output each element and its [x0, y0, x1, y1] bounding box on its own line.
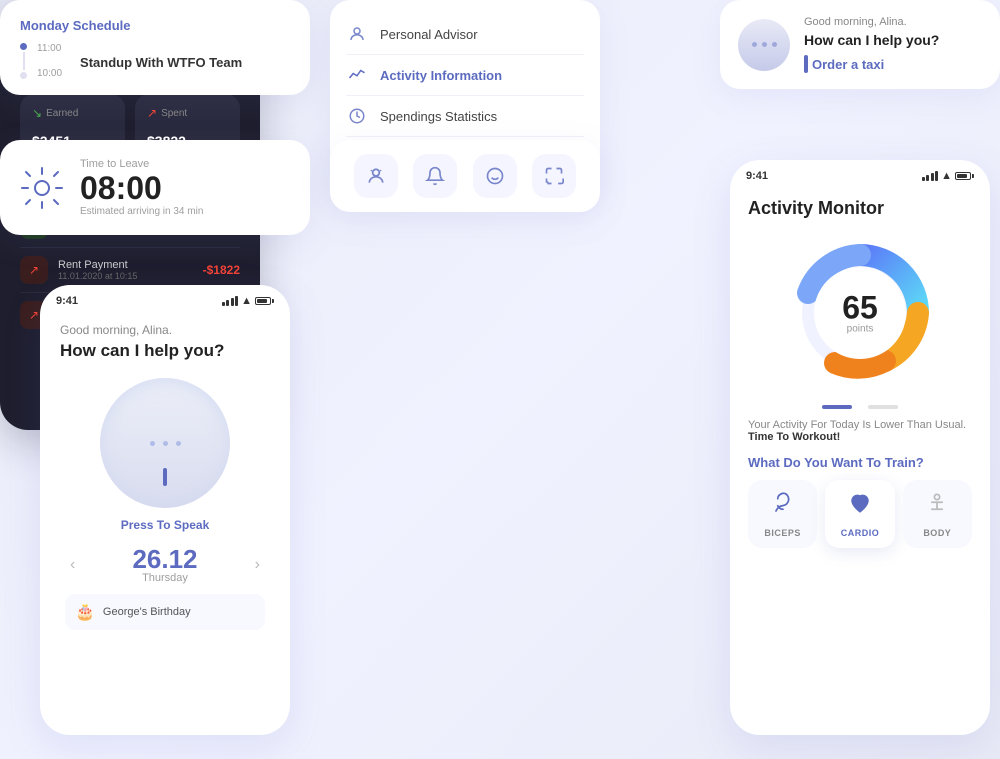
taxi-indicator	[804, 55, 808, 73]
activity-wifi-icon: ▲	[941, 170, 952, 182]
assistant-avatar-small	[738, 19, 790, 71]
date-next-arrow[interactable]: ›	[255, 556, 260, 574]
phone-content: Good morning, Alina. How can I help you?…	[40, 313, 290, 640]
phone-greeting: Good morning, Alina.	[60, 323, 270, 337]
body-icon	[909, 490, 966, 524]
status-bar: 9:41 ▲	[40, 285, 290, 313]
donut-label: points	[842, 324, 878, 335]
assistant-small-text: Good morning, Alina. How can I help you?…	[804, 16, 939, 73]
biceps-label: BICEPS	[754, 528, 811, 538]
phone-question: How can I help you?	[60, 340, 270, 362]
spendings-icon	[346, 105, 368, 127]
earned-arrow-icon: ↘	[32, 106, 42, 120]
monday-title: Monday Schedule	[20, 18, 290, 33]
donut-chart: 65 points	[780, 233, 940, 393]
cardio-icon	[831, 490, 888, 524]
history-icon-spent-2: ↗	[20, 256, 48, 284]
menu-label-spendings: Spendings Statistics	[380, 109, 497, 124]
avatar-dot	[772, 42, 777, 47]
activity-title: Activity Monitor	[748, 198, 972, 219]
history-name-2: Rent Payment	[58, 259, 193, 271]
activity-content: Activity Monitor	[730, 188, 990, 558]
activity-status-time: 9:41	[746, 170, 768, 182]
sun-icon	[20, 166, 64, 210]
train-options: BICEPS CARDIO BODY	[748, 480, 972, 548]
time-dot-bottom	[20, 72, 27, 79]
blob-center-indicator	[163, 468, 167, 486]
history-date-2: 11.01.2020 at 10:15	[58, 271, 193, 281]
activity-tab-inactive[interactable]	[868, 405, 898, 409]
time-leave-label: Time to Leave	[80, 158, 203, 170]
menu-item-activity[interactable]: Activity Information	[346, 55, 584, 96]
status-icons: ▲	[222, 295, 274, 307]
personal-advisor-icon	[346, 23, 368, 45]
order-taxi-button[interactable]: Order a taxi	[804, 55, 884, 73]
birthday-icon: 🎂	[75, 602, 95, 622]
icon-btn-scan[interactable]	[532, 154, 576, 198]
date-nav: ‹ 26.12 Thursday ›	[60, 546, 270, 584]
assistant-small-card: Good morning, Alina. How can I help you?…	[720, 0, 1000, 89]
spent-label: Spent	[161, 108, 187, 119]
menu-item-personal-advisor[interactable]: Personal Advisor	[346, 14, 584, 55]
menu-label-advisor: Personal Advisor	[380, 27, 478, 42]
time-line	[20, 43, 27, 79]
icon-btn-face[interactable]	[473, 154, 517, 198]
menu-item-spendings[interactable]: Spendings Statistics	[346, 96, 584, 137]
icon-btn-bell[interactable]	[413, 154, 457, 198]
monday-event-title: Standup With WTFO Team	[80, 55, 242, 70]
cardio-label: CARDIO	[831, 528, 888, 538]
birthday-bar: 🎂 George's Birthday	[65, 594, 265, 630]
activity-tabs	[748, 405, 972, 409]
signal-bars	[222, 296, 239, 306]
activity-status-bar: 9:41 ▲	[730, 160, 990, 188]
assistant-blob[interactable]	[100, 378, 230, 508]
avatar-dot	[752, 42, 757, 47]
train-option-biceps[interactable]: BICEPS	[748, 480, 817, 548]
status-time: 9:41	[56, 295, 78, 307]
main-phone: 9:41 ▲ Good morning, Alina. How can I he…	[40, 285, 290, 735]
activity-message: Your Activity For Today Is Lower Than Us…	[748, 419, 972, 443]
activity-tab-active[interactable]	[822, 405, 852, 409]
body-label: BODY	[909, 528, 966, 538]
battery-icon	[255, 297, 274, 305]
biceps-icon	[754, 490, 811, 524]
time-leave-card: Time to Leave 08:00 Estimated arriving i…	[0, 140, 310, 235]
birthday-text: George's Birthday	[103, 606, 191, 618]
assistant-question-small: How can I help you?	[804, 31, 939, 49]
earned-label: Earned	[46, 108, 78, 119]
train-option-cardio[interactable]: CARDIO	[825, 480, 894, 548]
assistant-greeting-small: Good morning, Alina.	[804, 16, 939, 28]
donut-points: 65	[842, 292, 878, 324]
blob-dots	[150, 441, 181, 446]
donut-center: 65 points	[842, 292, 878, 335]
activity-icon	[346, 64, 368, 86]
history-info-2: Rent Payment 11.01.2020 at 10:15	[58, 259, 193, 281]
activity-status-icons: ▲	[922, 170, 974, 182]
icons-row-card	[330, 140, 600, 212]
train-option-body[interactable]: BODY	[903, 480, 972, 548]
history-amount-2: -$1822	[203, 263, 240, 277]
press-to-speak-label[interactable]: Press To Speak	[60, 518, 270, 532]
monday-schedule-card: Monday Schedule 11:00 10:00 Standup With…	[0, 0, 310, 95]
time-leave-time: 08:00	[80, 172, 203, 204]
time-line-vert	[23, 52, 25, 70]
time-dot-top	[20, 43, 27, 50]
time-leave-est: Estimated arriving in 34 min	[80, 206, 203, 217]
menu-label-activity: Activity Information	[380, 68, 502, 83]
activity-battery-icon	[955, 172, 974, 180]
date-day: Thursday	[132, 572, 197, 584]
monday-times: 11:00 10:00	[37, 43, 62, 79]
date-display: 26.12 Thursday	[132, 546, 197, 584]
date-prev-arrow[interactable]: ‹	[70, 556, 75, 574]
activity-signal	[922, 171, 939, 181]
what-train-label: What Do You Want To Train?	[748, 455, 972, 470]
date-number: 26.12	[132, 546, 197, 572]
wifi-icon: ▲	[241, 295, 252, 307]
spent-arrow-icon: ↗	[147, 106, 157, 120]
icon-btn-person[interactable]	[354, 154, 398, 198]
time-leave-info: Time to Leave 08:00 Estimated arriving i…	[80, 158, 203, 217]
activity-phone: 9:41 ▲ Activity Monitor	[730, 160, 990, 735]
avatar-dot	[762, 42, 767, 47]
